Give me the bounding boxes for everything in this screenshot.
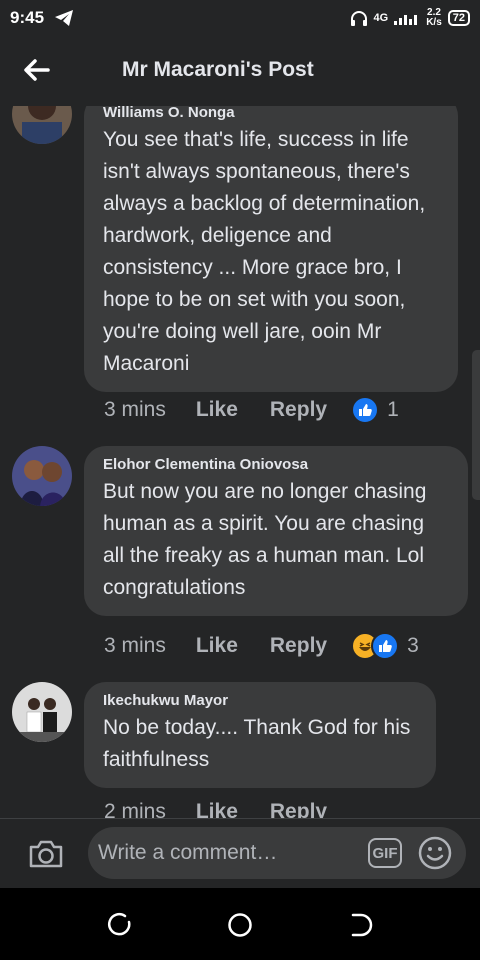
comment-input[interactable]: Write a comment… GIF <box>88 827 466 879</box>
avatar[interactable] <box>12 446 72 506</box>
camera-icon[interactable] <box>28 839 64 869</box>
comment-author[interactable]: Elohor Clementina Oniovosa <box>103 456 450 473</box>
system-nav-bar <box>0 888 480 960</box>
comment-composer: Write a comment… GIF <box>0 818 480 888</box>
emoji-icon[interactable] <box>418 836 452 870</box>
headphones-icon <box>350 11 367 26</box>
comment-actions: 2 mins Like Reply <box>104 800 359 818</box>
status-bar: 9:45 4G 2.2 K/s 72 <box>0 0 480 36</box>
signal-icon <box>394 15 418 25</box>
avatar[interactable] <box>12 106 72 144</box>
comment-time: 3 mins <box>104 634 166 657</box>
like-button[interactable]: Like <box>196 800 238 818</box>
like-button[interactable]: Like <box>196 634 238 658</box>
reply-button[interactable]: Reply <box>270 634 327 658</box>
net-speed-unit: K/s <box>426 17 442 28</box>
comment-text: You see that's life, success in life isn… <box>103 128 426 375</box>
battery-icon: 72 <box>447 10 470 26</box>
reaction-summary[interactable]: 1 <box>351 396 399 424</box>
comment-actions: 3 mins Like Reply 1 <box>104 396 399 424</box>
thumbs-up-icon <box>371 632 400 660</box>
net-speed: 2.2 K/s <box>426 8 442 28</box>
thumbs-up-icon <box>351 396 380 424</box>
comment-bubble[interactable]: Williams O. Nonga You see that's life, s… <box>84 106 458 392</box>
comment-time: 2 mins <box>104 800 166 818</box>
comment-bubble[interactable]: Ikechukwu Mayor No be today.... Thank Go… <box>84 682 436 788</box>
avatar[interactable] <box>12 682 72 742</box>
network-type: 4G <box>373 12 389 24</box>
page-title: Mr Macaroni's Post <box>122 58 314 81</box>
back-nav-icon[interactable] <box>347 912 373 938</box>
reply-button[interactable]: Reply <box>270 800 327 818</box>
comments-feed[interactable]: Williams O. Nonga You see that's life, s… <box>0 106 480 818</box>
reaction-count: 1 <box>387 398 399 421</box>
scrollbar[interactable] <box>472 350 480 500</box>
comment-text: No be today.... Thank God for his faithf… <box>103 716 411 771</box>
home-icon[interactable] <box>227 912 253 938</box>
reaction-count: 3 <box>407 634 419 657</box>
comment-bubble[interactable]: Elohor Clementina Oniovosa But now you a… <box>84 446 468 616</box>
gif-button[interactable]: GIF <box>368 838 402 868</box>
comment-text: But now you are no longer chasing human … <box>103 480 427 599</box>
reply-button[interactable]: Reply <box>270 398 327 422</box>
like-button[interactable]: Like <box>196 398 238 422</box>
reaction-summary[interactable]: 3 <box>351 632 419 660</box>
comment-actions: 3 mins Like Reply 3 <box>104 632 419 660</box>
comment-author[interactable]: Ikechukwu Mayor <box>103 692 418 709</box>
comment-input-placeholder[interactable]: Write a comment… <box>98 841 368 865</box>
comment-author[interactable]: Williams O. Nonga <box>103 106 440 121</box>
status-time: 9:45 <box>10 8 45 27</box>
recent-apps-icon[interactable] <box>107 912 133 938</box>
back-arrow-icon[interactable] <box>22 58 50 82</box>
app-header: Mr Macaroni's Post <box>0 36 480 106</box>
comment-time: 3 mins <box>104 398 166 421</box>
telegram-icon <box>55 10 74 26</box>
